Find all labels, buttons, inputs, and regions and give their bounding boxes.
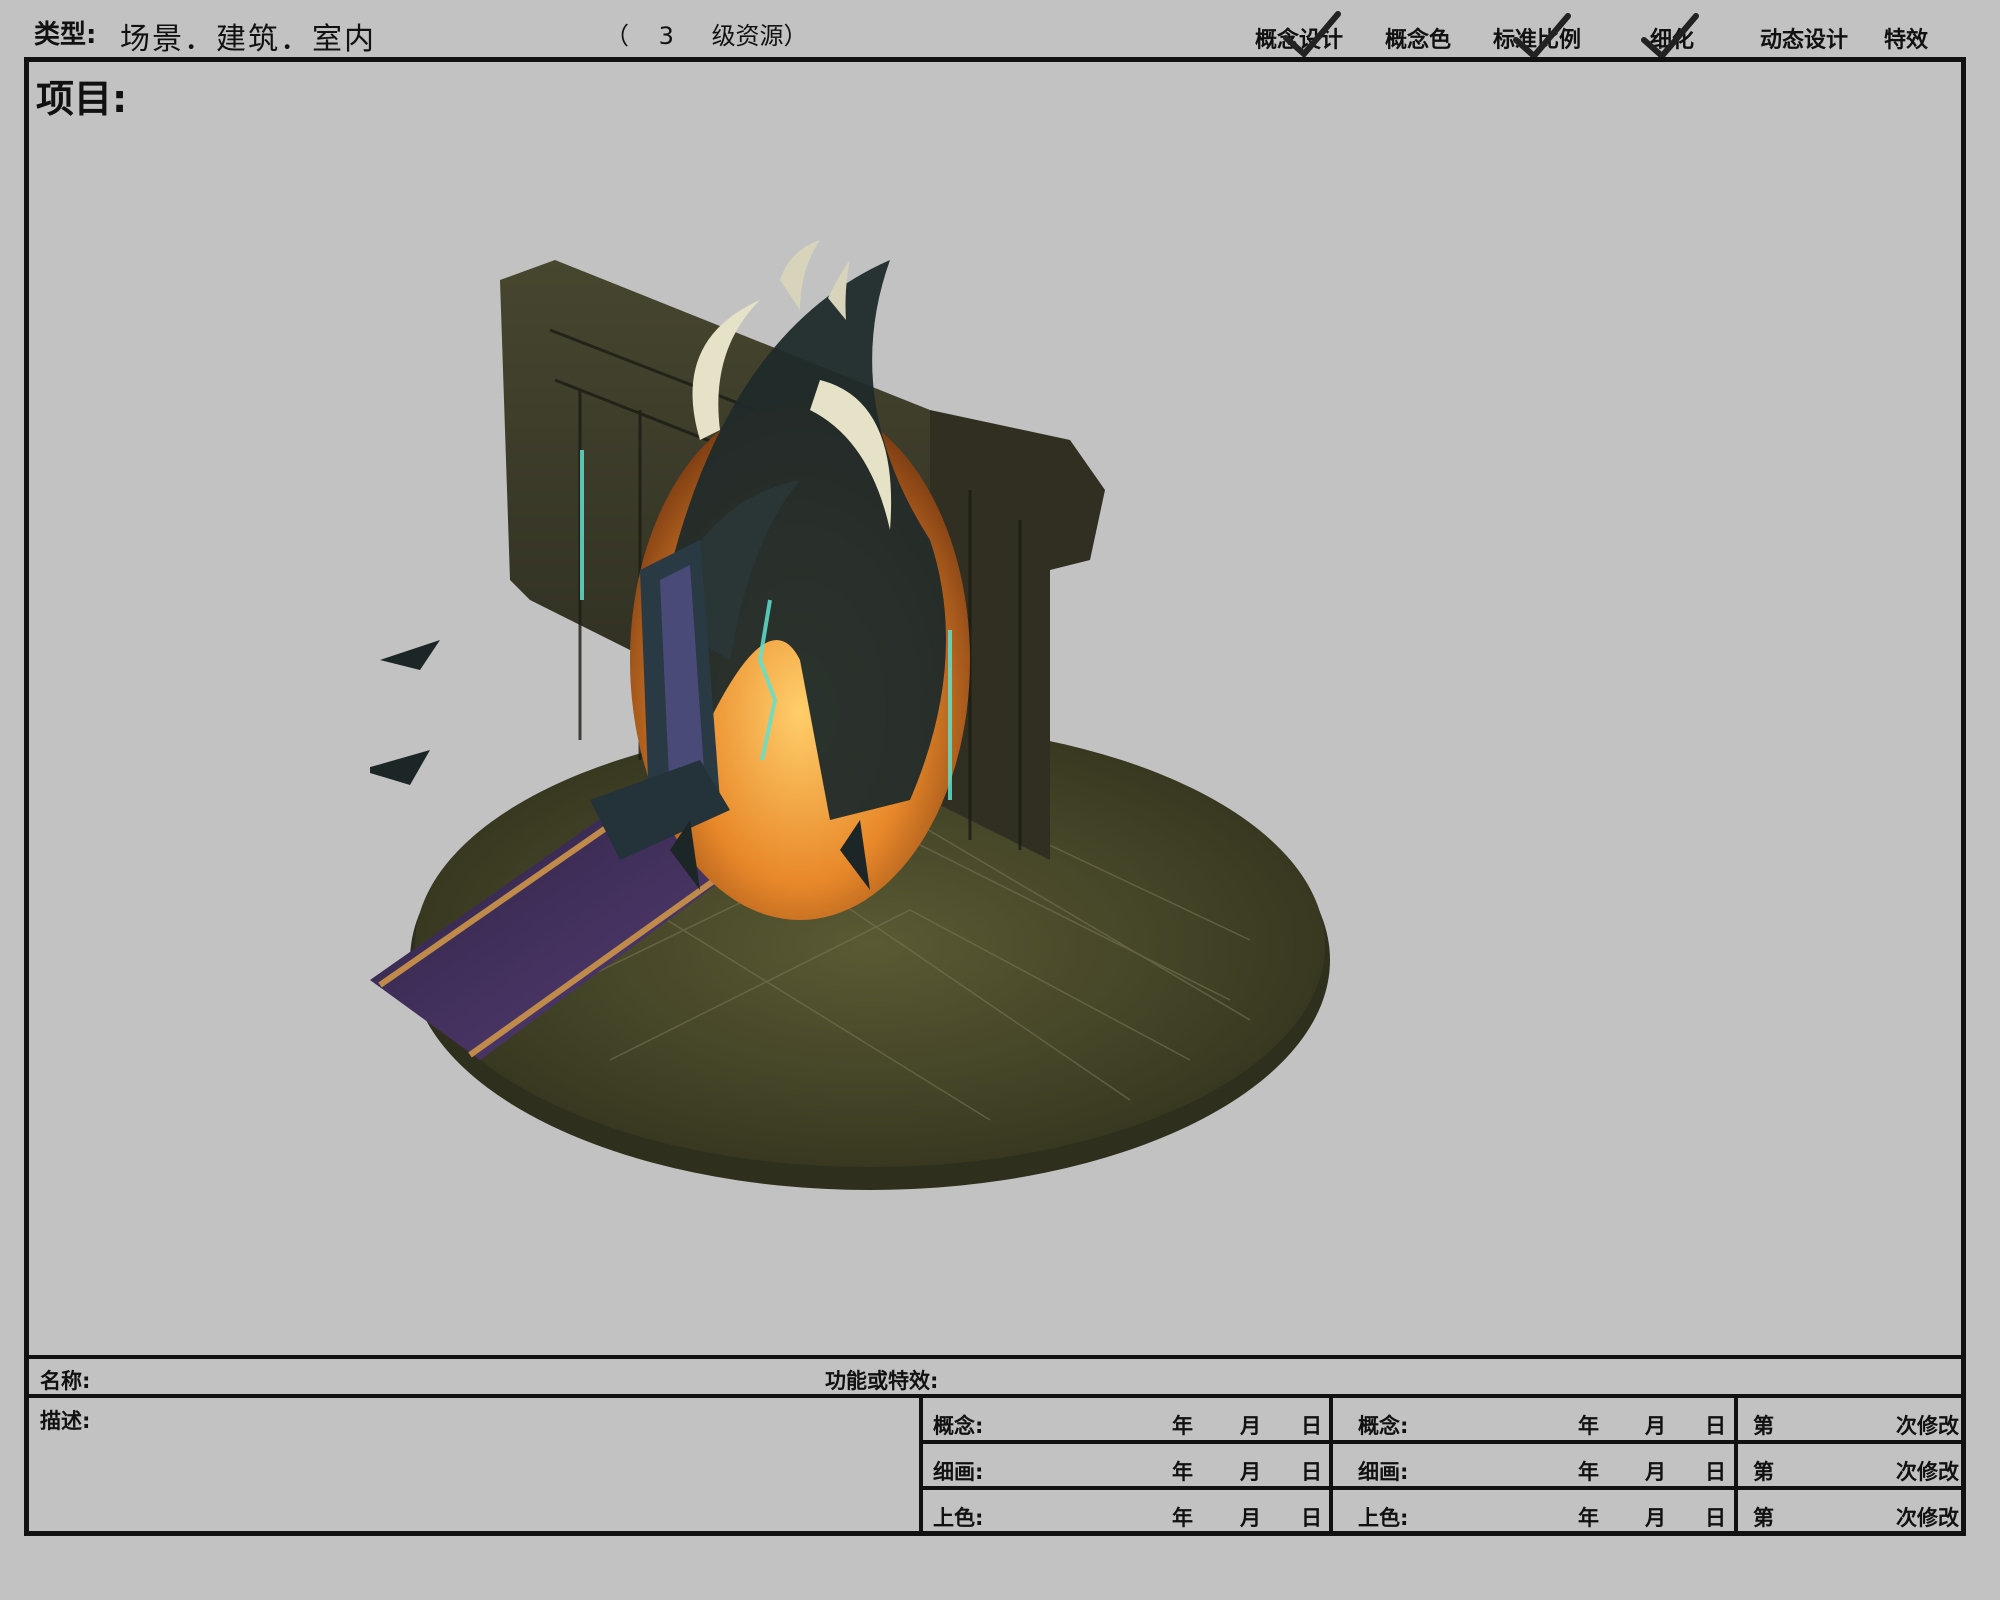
- concept-date-label-2: 概念:: [1358, 1414, 1409, 1438]
- color-date-label: 上色:: [933, 1506, 984, 1530]
- revision-suffix: 次修改: [1896, 1506, 1959, 1530]
- month-label: 月: [1240, 1460, 1261, 1484]
- grid-divider: [919, 1486, 1966, 1490]
- resource-level: （ 3 级资源）: [605, 16, 808, 51]
- revision-prefix: 第: [1753, 1506, 1774, 1530]
- year-label: 年: [1578, 1414, 1599, 1438]
- month-label: 月: [1240, 1506, 1261, 1530]
- stage-concept-color: 概念色: [1385, 28, 1452, 53]
- revision-suffix: 次修改: [1896, 1460, 1959, 1484]
- check-mark-icon: [1513, 13, 1571, 60]
- year-label: 年: [1578, 1460, 1599, 1484]
- level-close: 级资源）: [711, 22, 808, 50]
- name-label: 名称:: [40, 1369, 91, 1393]
- level-open: （: [605, 22, 629, 50]
- check-mark-icon: [1283, 11, 1341, 58]
- function-effect-label: 功能或特效:: [825, 1369, 939, 1393]
- day-label: 日: [1705, 1506, 1726, 1530]
- revision-suffix: 次修改: [1896, 1414, 1959, 1438]
- detail-date-label-2: 细画:: [1358, 1460, 1409, 1484]
- detail-date-label: 细画:: [933, 1460, 984, 1484]
- throne-room-artwork: [370, 240, 1330, 1190]
- field-divider: [24, 1394, 1966, 1398]
- revision-prefix: 第: [1753, 1414, 1774, 1438]
- stage-motion-design: 动态设计: [1760, 28, 1849, 53]
- level-value: 3: [658, 22, 674, 50]
- month-label: 月: [1240, 1414, 1261, 1438]
- day-label: 日: [1705, 1414, 1726, 1438]
- grid-divider: [1329, 1394, 1333, 1536]
- day-label: 日: [1301, 1506, 1322, 1530]
- revision-prefix: 第: [1753, 1460, 1774, 1484]
- month-label: 月: [1645, 1414, 1666, 1438]
- day-label: 日: [1301, 1460, 1322, 1484]
- year-label: 年: [1172, 1506, 1193, 1530]
- year-label: 年: [1578, 1506, 1599, 1530]
- day-label: 日: [1705, 1460, 1726, 1484]
- stage-effects: 特效: [1884, 28, 1929, 53]
- concept-date-label: 概念:: [933, 1414, 984, 1438]
- year-label: 年: [1172, 1414, 1193, 1438]
- project-label: 项目:: [36, 77, 128, 121]
- day-label: 日: [1301, 1414, 1322, 1438]
- check-mark-icon: [1641, 13, 1699, 60]
- year-label: 年: [1172, 1460, 1193, 1484]
- grid-divider: [919, 1394, 923, 1536]
- type-value: 场景．建筑．室内: [120, 22, 376, 57]
- grid-divider: [919, 1440, 1966, 1444]
- color-date-label-2: 上色:: [1358, 1506, 1409, 1530]
- type-label: 类型:: [34, 20, 97, 50]
- artwork-divider: [24, 1355, 1966, 1359]
- grid-divider: [1734, 1394, 1738, 1536]
- month-label: 月: [1645, 1460, 1666, 1484]
- month-label: 月: [1645, 1506, 1666, 1530]
- description-label: 描述:: [40, 1409, 91, 1433]
